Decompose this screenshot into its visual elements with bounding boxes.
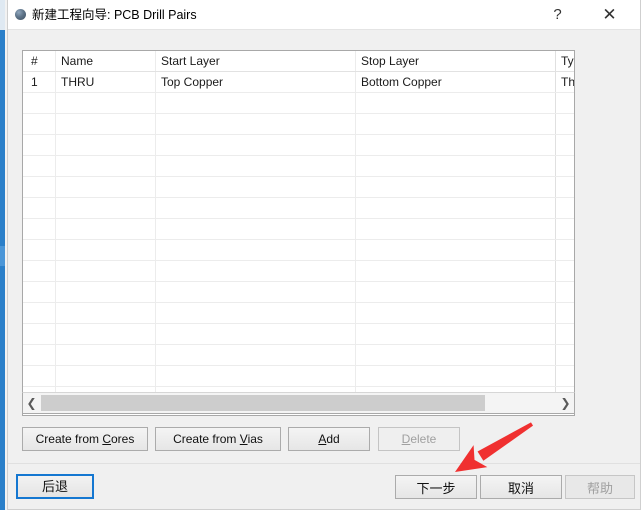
close-icon-button[interactable]: ✕ bbox=[587, 0, 632, 29]
cancel-button[interactable]: 取消 bbox=[480, 475, 562, 499]
help-button: 帮助 bbox=[565, 475, 635, 499]
cell-start-layer: Top Copper bbox=[161, 75, 224, 89]
label-post: elete bbox=[410, 432, 437, 446]
table-row-empty[interactable] bbox=[23, 93, 574, 114]
label-post: ias bbox=[247, 432, 263, 446]
back-button[interactable]: 后退 bbox=[16, 474, 94, 499]
drill-pairs-table[interactable]: # Name Start Layer Stop Layer Ty 1 THRU … bbox=[22, 50, 575, 416]
column-header-name[interactable]: Name bbox=[55, 51, 155, 71]
label-mnemonic: C bbox=[102, 432, 111, 446]
table-row-empty[interactable] bbox=[23, 261, 574, 282]
table-row-empty[interactable] bbox=[23, 135, 574, 156]
table-row-empty[interactable] bbox=[23, 114, 574, 135]
cell-type: Th bbox=[561, 75, 575, 89]
cell-stop-layer: Bottom Copper bbox=[361, 75, 442, 89]
table-row-empty[interactable] bbox=[23, 345, 574, 366]
column-header-type[interactable]: Ty bbox=[555, 51, 574, 71]
table-row-empty[interactable] bbox=[23, 366, 574, 387]
table-row[interactable]: 1 THRU Top Copper Bottom Copper Th bbox=[23, 72, 575, 93]
cell-name: THRU bbox=[61, 75, 95, 89]
table-row-empty[interactable] bbox=[23, 303, 574, 324]
delete-button: Delete bbox=[378, 427, 460, 451]
column-header-index[interactable]: # bbox=[23, 51, 55, 71]
table-header-row: # Name Start Layer Stop Layer Ty bbox=[23, 51, 574, 72]
sphere-icon bbox=[15, 9, 26, 20]
next-button[interactable]: 下一步 bbox=[395, 475, 477, 499]
footer-divider bbox=[8, 463, 640, 464]
label-mnemonic: D bbox=[401, 432, 411, 446]
table-row-empty[interactable] bbox=[23, 198, 574, 219]
help-icon-button[interactable]: ? bbox=[535, 0, 580, 29]
add-button[interactable]: Add bbox=[288, 427, 370, 451]
table-row-empty[interactable] bbox=[23, 177, 574, 198]
label-pre: Create from bbox=[173, 432, 240, 446]
pcb-drill-pairs-dialog: 新建工程向导: PCB Drill Pairs ? ✕ # Name Start… bbox=[7, 0, 641, 510]
table-row-empty[interactable] bbox=[23, 240, 574, 261]
create-from-cores-button[interactable]: Create from Cores bbox=[22, 427, 148, 451]
label-pre: Create from bbox=[35, 432, 103, 446]
create-from-vias-button[interactable]: Create from Vias bbox=[155, 427, 281, 451]
horizontal-scrollbar[interactable]: ❮ ❯ bbox=[22, 392, 575, 414]
table-row-empty[interactable] bbox=[23, 324, 574, 345]
drill-pairs-grid: # Name Start Layer Stop Layer Ty 1 THRU … bbox=[23, 51, 575, 408]
title-bar: 新建工程向导: PCB Drill Pairs ? ✕ bbox=[8, 0, 640, 30]
column-header-stop-layer[interactable]: Stop Layer bbox=[355, 51, 555, 71]
table-row-empty[interactable] bbox=[23, 219, 574, 240]
scroll-right-arrow-icon[interactable]: ❯ bbox=[557, 393, 574, 413]
label-mnemonic: V bbox=[239, 432, 248, 446]
column-header-start-layer[interactable]: Start Layer bbox=[155, 51, 355, 71]
cell-index: 1 bbox=[31, 75, 38, 89]
scrollbar-thumb[interactable] bbox=[41, 395, 485, 411]
table-row-empty[interactable] bbox=[23, 282, 574, 303]
label-post: dd bbox=[326, 432, 340, 446]
scroll-left-arrow-icon[interactable]: ❮ bbox=[23, 393, 40, 413]
label-post: ores bbox=[111, 432, 135, 446]
table-row-empty[interactable] bbox=[23, 156, 574, 177]
page-title: 新建工程向导: PCB Drill Pairs bbox=[32, 8, 197, 22]
